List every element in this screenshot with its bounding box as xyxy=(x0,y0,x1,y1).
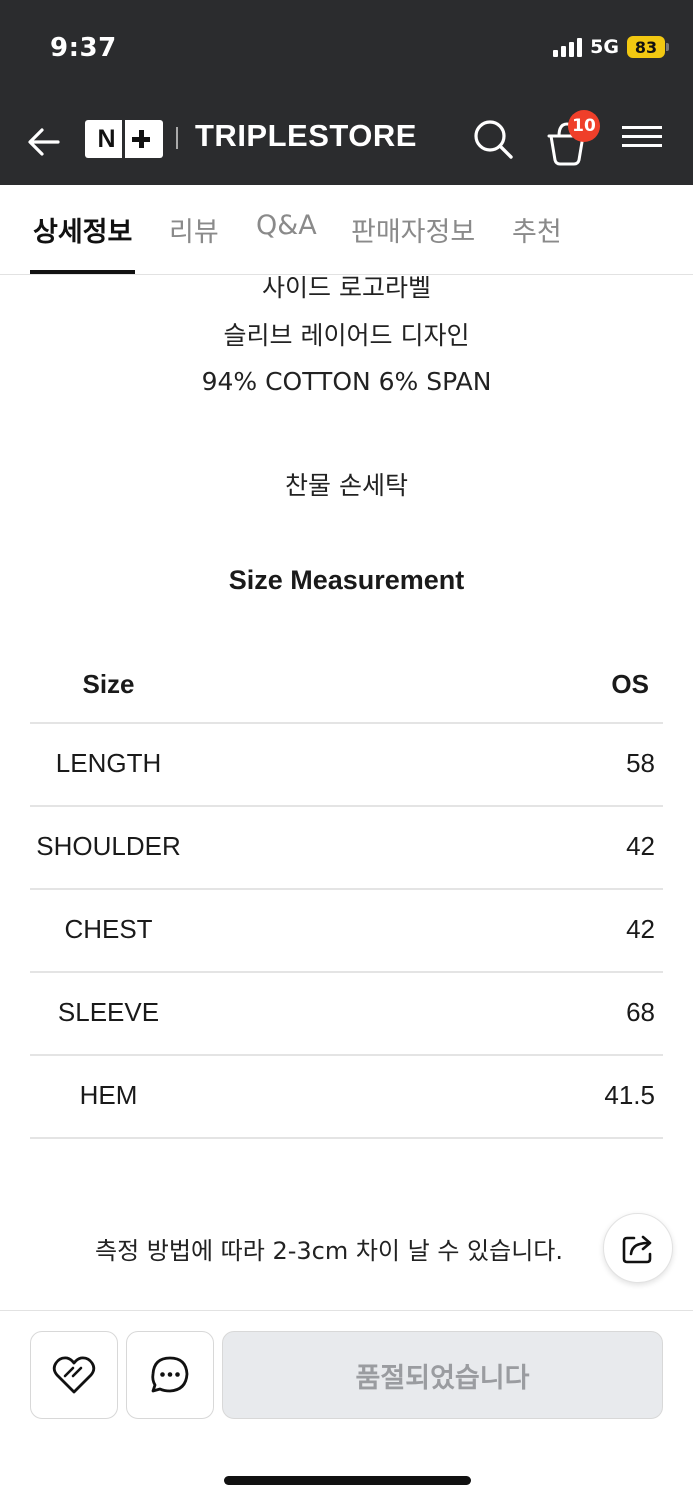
menu-button[interactable] xyxy=(620,120,664,160)
size-value: 58 xyxy=(626,748,655,778)
sold-out-button[interactable]: 품절되었습니다 xyxy=(222,1331,663,1419)
menu-icon xyxy=(620,126,664,147)
app-header: N TRIPLESTORE 10 xyxy=(0,100,693,185)
store-name[interactable]: TRIPLESTORE xyxy=(195,118,417,154)
bottom-action-bar: 품절되었습니다 xyxy=(0,1310,693,1500)
search-button[interactable] xyxy=(470,116,516,162)
size-measurement-title: Size Measurement xyxy=(228,565,465,595)
tab-detail-info[interactable]: 상세정보 xyxy=(33,210,132,249)
tab-qna[interactable]: Q&A xyxy=(256,210,317,241)
back-arrow-icon xyxy=(28,128,60,156)
size-label: CHEST xyxy=(64,914,153,944)
measurement-note: 측정 방법에 따라 2-3cm 차이 날 수 있습니다. xyxy=(95,1237,564,1265)
description-line: 슬리브 레이어드 디자인 xyxy=(223,321,470,350)
size-value: 42 xyxy=(626,831,655,861)
size-column-header: Size xyxy=(82,669,135,699)
status-time: 9:37 xyxy=(50,33,117,63)
status-indicators: 5G 83 xyxy=(553,36,669,58)
size-label: HEM xyxy=(79,1080,138,1110)
size-value: 42 xyxy=(626,914,655,944)
size-value: 68 xyxy=(626,997,655,1027)
nplus-logo[interactable]: N xyxy=(85,120,163,158)
size-table: Size OS LENGTH 58 SHOULDER 42 CHEST 42 S… xyxy=(30,641,663,1139)
table-row: HEM 41.5 xyxy=(30,1056,663,1139)
share-icon xyxy=(622,1235,652,1264)
cart-count-badge: 10 xyxy=(568,110,600,142)
tab-recommend[interactable]: 추천 xyxy=(512,210,562,249)
signal-icon xyxy=(553,37,583,57)
active-tab-indicator xyxy=(30,270,135,274)
table-row: LENGTH 58 xyxy=(30,724,663,807)
description-line: 94% COTTON 6% SPAN xyxy=(201,367,492,396)
care-instruction: 찬물 손세탁 xyxy=(285,471,408,500)
table-row: SHOULDER 42 xyxy=(30,807,663,890)
back-button[interactable] xyxy=(22,120,66,164)
battery-level: 83 xyxy=(627,36,665,58)
wishlist-button[interactable] xyxy=(30,1331,118,1419)
detail-tabs: 상세정보 리뷰 Q&A 판매자정보 추천 xyxy=(0,185,693,275)
size-value: 41.5 xyxy=(604,1080,655,1110)
plus-icon xyxy=(125,120,157,158)
os-column-header: OS xyxy=(611,669,649,699)
size-label: LENGTH xyxy=(55,748,162,778)
logo-n-letter: N xyxy=(97,124,116,153)
tab-reviews[interactable]: 리뷰 xyxy=(169,210,219,249)
table-row: SLEEVE 68 xyxy=(30,973,663,1056)
heart-icon xyxy=(52,1356,96,1394)
search-icon xyxy=(474,120,513,159)
table-row: CHEST 42 xyxy=(30,890,663,973)
description-line: 사이드 로고라벨 xyxy=(262,276,431,302)
status-bar: 9:37 5G 83 xyxy=(0,0,693,100)
network-type: 5G xyxy=(590,36,619,58)
brand-divider xyxy=(176,127,178,149)
size-label: SLEEVE xyxy=(57,997,160,1027)
battery-icon: 83 xyxy=(627,36,669,58)
detail-content: 사이드 로고라벨 슬리브 레이어드 디자인 94% COTTON 6% SPAN… xyxy=(0,276,693,1310)
size-table-header: Size OS xyxy=(30,641,663,724)
home-indicator[interactable] xyxy=(224,1476,471,1485)
chat-button[interactable] xyxy=(126,1331,214,1419)
size-label: SHOULDER xyxy=(36,831,181,861)
share-button[interactable] xyxy=(603,1213,673,1283)
tab-seller-info[interactable]: 판매자정보 xyxy=(351,210,475,249)
chat-bubble-icon xyxy=(151,1356,189,1393)
